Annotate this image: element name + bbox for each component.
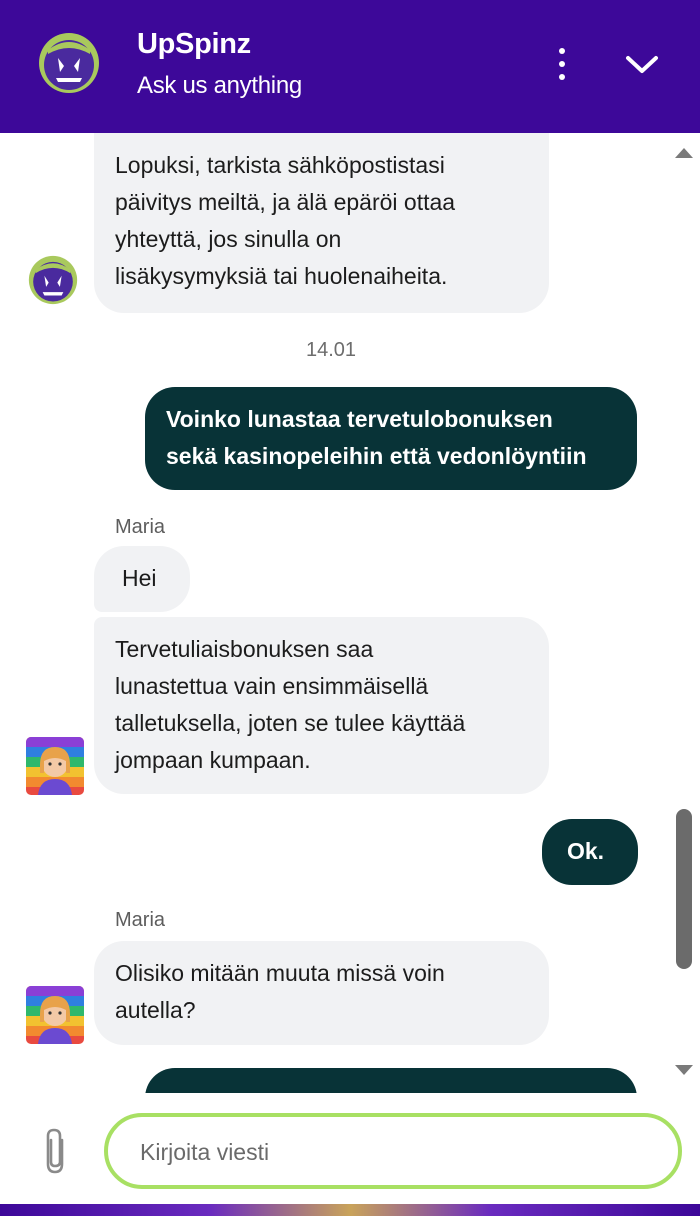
incoming-message-bubble: Tervetuliaisbonuksen saa lunastettua vai… [94,617,549,794]
scrollbar-thumb[interactable] [676,809,692,969]
agent-avatar [26,986,84,1044]
incoming-message-bubble: Lopuksi, tarkista sähköpostistasi päivit… [94,133,549,313]
sender-name: Maria [115,909,166,931]
message-input[interactable] [138,1131,642,1173]
paperclip-icon[interactable] [38,1126,72,1176]
chat-message-list[interactable]: Lopuksi, tarkista sähköpostistasi päivit… [0,133,700,1093]
brand-tagline: Ask us anything [137,72,302,99]
chevron-down-icon[interactable] [622,48,662,80]
message-timestamp: 14.01 [305,339,357,361]
background-strip [0,1204,700,1216]
bot-avatar [28,255,78,305]
sender-name: Maria [115,516,166,538]
more-options-button[interactable] [548,44,576,84]
scroll-up-arrow-icon[interactable] [675,148,693,158]
scroll-down-arrow-icon[interactable] [675,1065,693,1075]
message-input-wrapper [104,1113,682,1189]
more-vertical-icon [559,48,565,54]
outgoing-message-bubble: Voinko lunastaa tervetulobonuksen sekä k… [145,387,637,490]
outgoing-message-bubble-partial [145,1068,637,1093]
agent-avatar [26,737,84,795]
chat-header: UpSpinz Ask us anything [0,0,700,133]
incoming-message-bubble: Olisiko mitään muuta missä voin autella? [94,941,549,1045]
brand-logo-avatar [39,33,99,93]
outgoing-message-bubble: Ok. [542,819,638,885]
brand-name: UpSpinz [137,28,251,60]
incoming-message-bubble: Hei [94,546,190,612]
